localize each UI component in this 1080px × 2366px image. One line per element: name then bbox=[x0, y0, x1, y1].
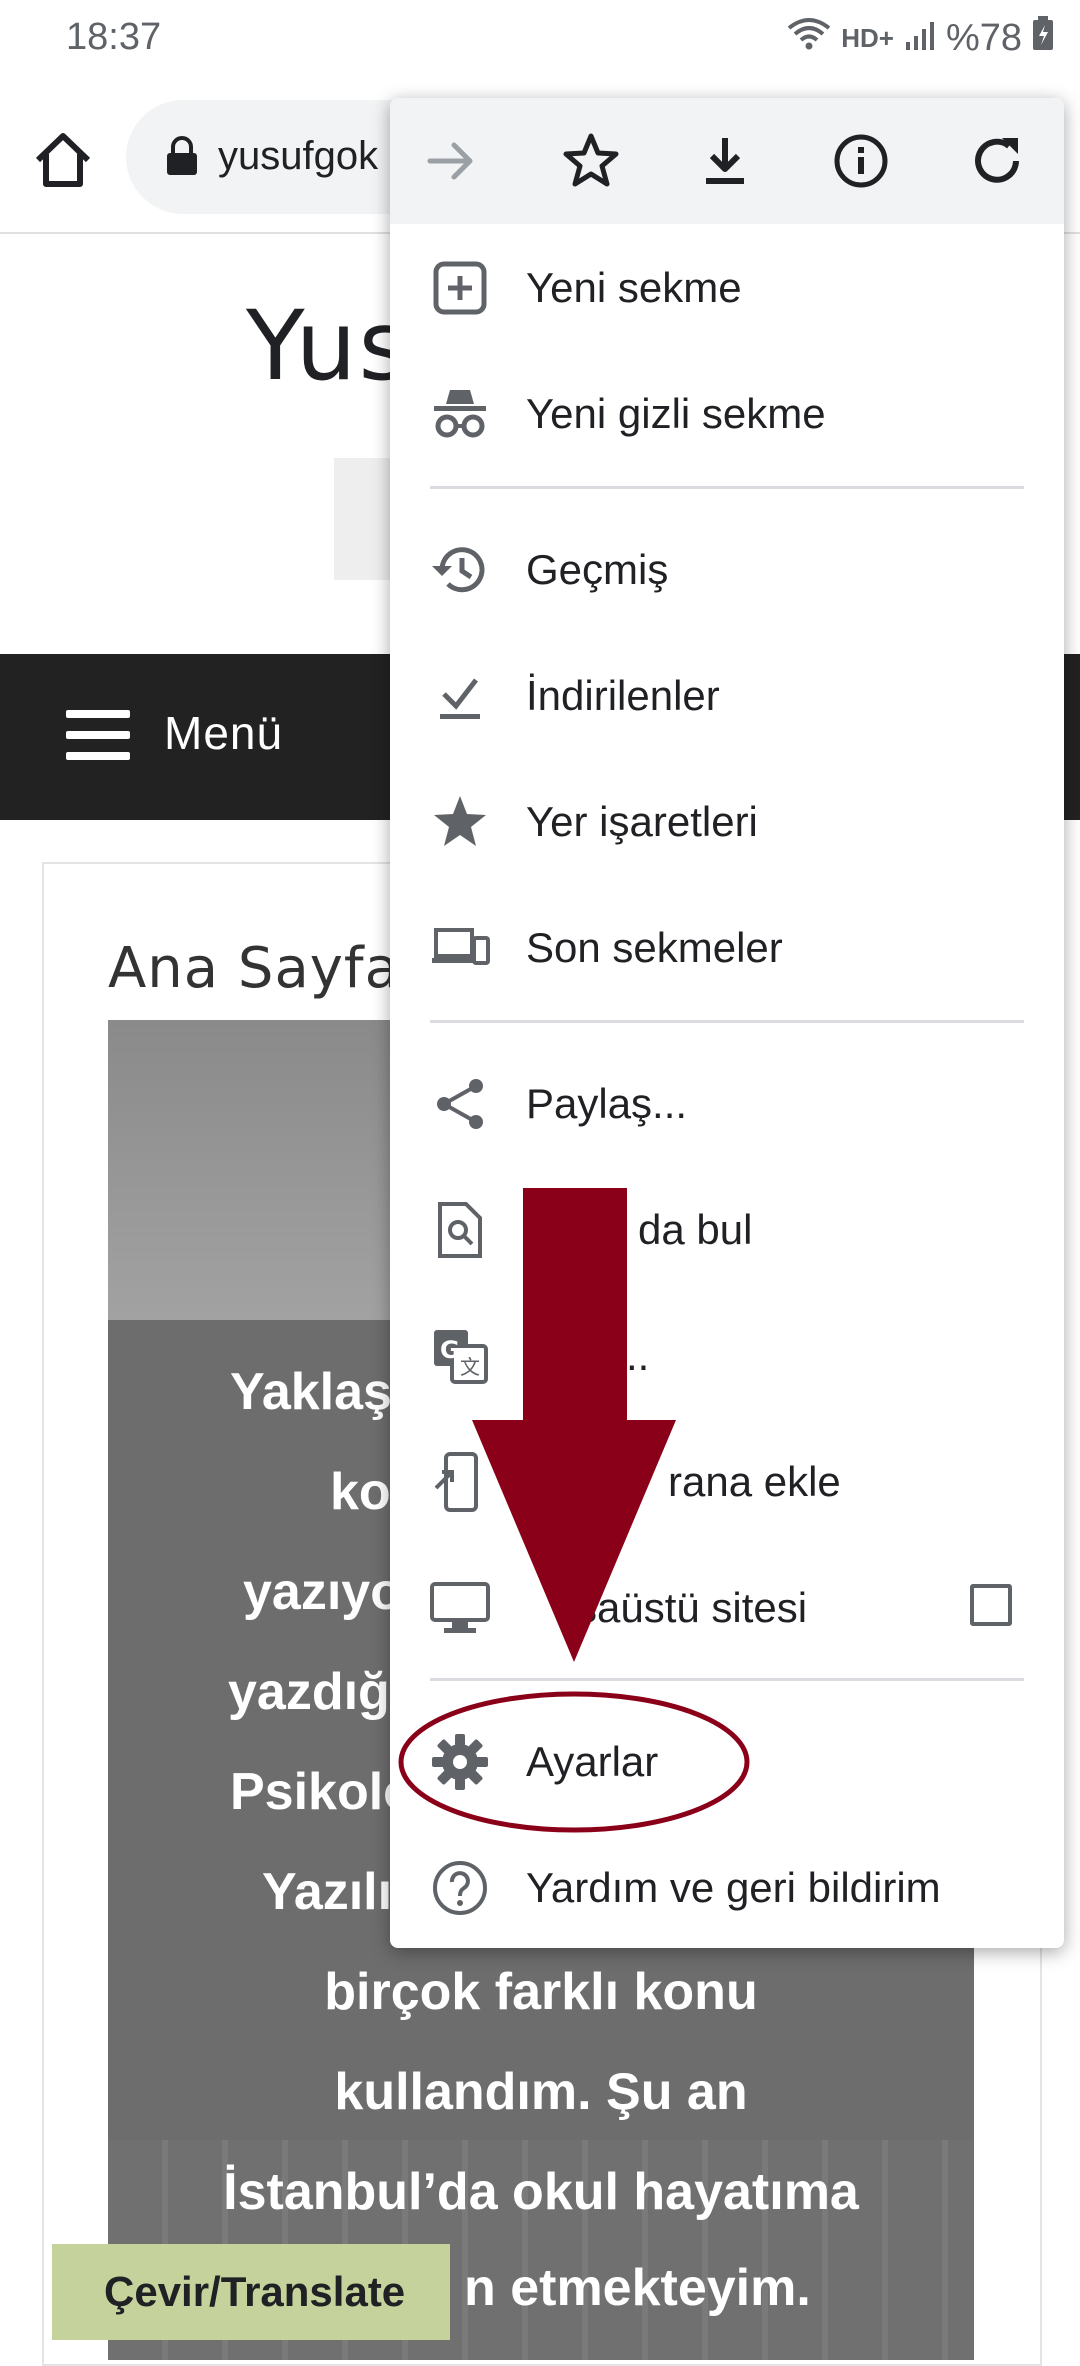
hamburger-icon[interactable] bbox=[66, 710, 130, 760]
home-icon[interactable] bbox=[30, 128, 96, 194]
bookmark-star-icon[interactable] bbox=[556, 126, 626, 196]
help-icon bbox=[430, 1858, 490, 1918]
menu-divider bbox=[430, 1678, 1024, 1681]
menu-item-label: Ayarlar bbox=[526, 1738, 659, 1785]
nav-menu-label[interactable]: Menü bbox=[164, 706, 283, 760]
url-text: yusufgok bbox=[218, 134, 379, 178]
menu-item-translate[interactable]: G文 .. bbox=[390, 1294, 1064, 1414]
menu-item-label: rana ekle bbox=[668, 1458, 841, 1505]
signal-icon bbox=[904, 17, 936, 60]
lock-icon bbox=[164, 136, 200, 176]
menu-item-recent-tabs[interactable]: Son sekmeler bbox=[390, 886, 1064, 1006]
menu-item-label: Son sekmeler bbox=[526, 924, 783, 971]
translate-icon: G文 bbox=[430, 1326, 490, 1386]
hero-text-line: kullandım. Şu an bbox=[334, 2063, 748, 2121]
menu-divider bbox=[430, 486, 1024, 489]
svg-text:G: G bbox=[440, 1336, 460, 1364]
download-icon[interactable] bbox=[690, 126, 760, 196]
menu-item-label: İndirilenler bbox=[526, 672, 720, 719]
menu-item-label: Yeni sekme bbox=[526, 264, 742, 311]
svg-text:文: 文 bbox=[460, 1355, 480, 1379]
desktop-site-checkbox[interactable] bbox=[970, 1584, 1012, 1626]
info-icon[interactable] bbox=[826, 126, 896, 196]
menu-item-desktop-site[interactable]: saüstü sitesi bbox=[390, 1546, 1064, 1666]
gear-icon bbox=[430, 1732, 490, 1792]
translate-button[interactable]: Çevir/Translate bbox=[52, 2244, 450, 2340]
status-bar: 18:37 HD+ %78 bbox=[0, 0, 1080, 84]
menu-item-history[interactable]: Geçmiş bbox=[390, 508, 1064, 628]
menu-item-label: da bul bbox=[638, 1206, 753, 1253]
menu-item-settings[interactable]: Ayarlar bbox=[390, 1700, 1064, 1820]
desktop-icon bbox=[430, 1578, 490, 1638]
incognito-icon bbox=[430, 384, 490, 444]
menu-item-label: .. bbox=[626, 1332, 650, 1379]
overflow-menu: Yeni sekme Yeni gizli sekme Geçmiş İndir… bbox=[390, 98, 1064, 1948]
translate-button-label: Çevir/Translate bbox=[104, 2268, 406, 2315]
menu-item-label: saüstü sitesi bbox=[576, 1584, 808, 1631]
battery-level: %78 bbox=[945, 16, 1022, 59]
hero-text-line: birçok farklı konu bbox=[324, 1963, 758, 2021]
menu-item-incognito-tab[interactable]: Yeni gizli sekme bbox=[390, 352, 1064, 472]
wifi-icon bbox=[787, 16, 831, 60]
menu-item-help[interactable]: Yardım ve geri bildirim bbox=[390, 1826, 1064, 1946]
hero-text-line: İstanbul’da okul hayatıma bbox=[223, 2163, 859, 2221]
battery-icon bbox=[1032, 16, 1054, 60]
find-in-page-icon bbox=[430, 1200, 490, 1260]
menu-item-label: Yardım ve geri bildirim bbox=[526, 1864, 941, 1911]
menu-item-bookmarks[interactable]: Yer işaretleri bbox=[390, 760, 1064, 880]
status-time: 18:37 bbox=[66, 16, 162, 58]
menu-divider bbox=[430, 1020, 1024, 1023]
menu-item-new-tab[interactable]: Yeni sekme bbox=[390, 226, 1064, 346]
bookmarks-star-icon bbox=[430, 792, 490, 852]
menu-item-find-in-page[interactable]: da bul bbox=[390, 1168, 1064, 1288]
history-icon bbox=[430, 540, 490, 600]
status-icons: HD+ %78 bbox=[787, 16, 1054, 60]
menu-item-share[interactable]: Paylaş... bbox=[390, 1042, 1064, 1162]
recent-tabs-icon bbox=[430, 918, 490, 978]
site-title: Yus bbox=[246, 290, 411, 402]
hero-text-line: n etmekteyim. bbox=[464, 2259, 811, 2317]
breadcrumb: Ana Sayfa bbox=[108, 936, 400, 1001]
menu-item-label: Yer işaretleri bbox=[526, 798, 758, 845]
network-type: HD+ bbox=[841, 22, 894, 53]
add-to-home-icon bbox=[430, 1452, 490, 1512]
downloads-icon bbox=[430, 666, 490, 726]
new-tab-icon bbox=[430, 258, 490, 318]
forward-icon[interactable] bbox=[416, 126, 486, 196]
menu-action-bar bbox=[390, 98, 1064, 224]
menu-item-label: Paylaş... bbox=[526, 1080, 688, 1127]
menu-item-downloads[interactable]: İndirilenler bbox=[390, 634, 1064, 754]
refresh-icon[interactable] bbox=[962, 126, 1032, 196]
menu-item-add-to-home[interactable]: rana ekle bbox=[390, 1420, 1064, 1540]
menu-item-label: Yeni gizli sekme bbox=[526, 390, 826, 437]
share-icon bbox=[430, 1074, 490, 1134]
menu-item-label: Geçmiş bbox=[526, 546, 669, 593]
